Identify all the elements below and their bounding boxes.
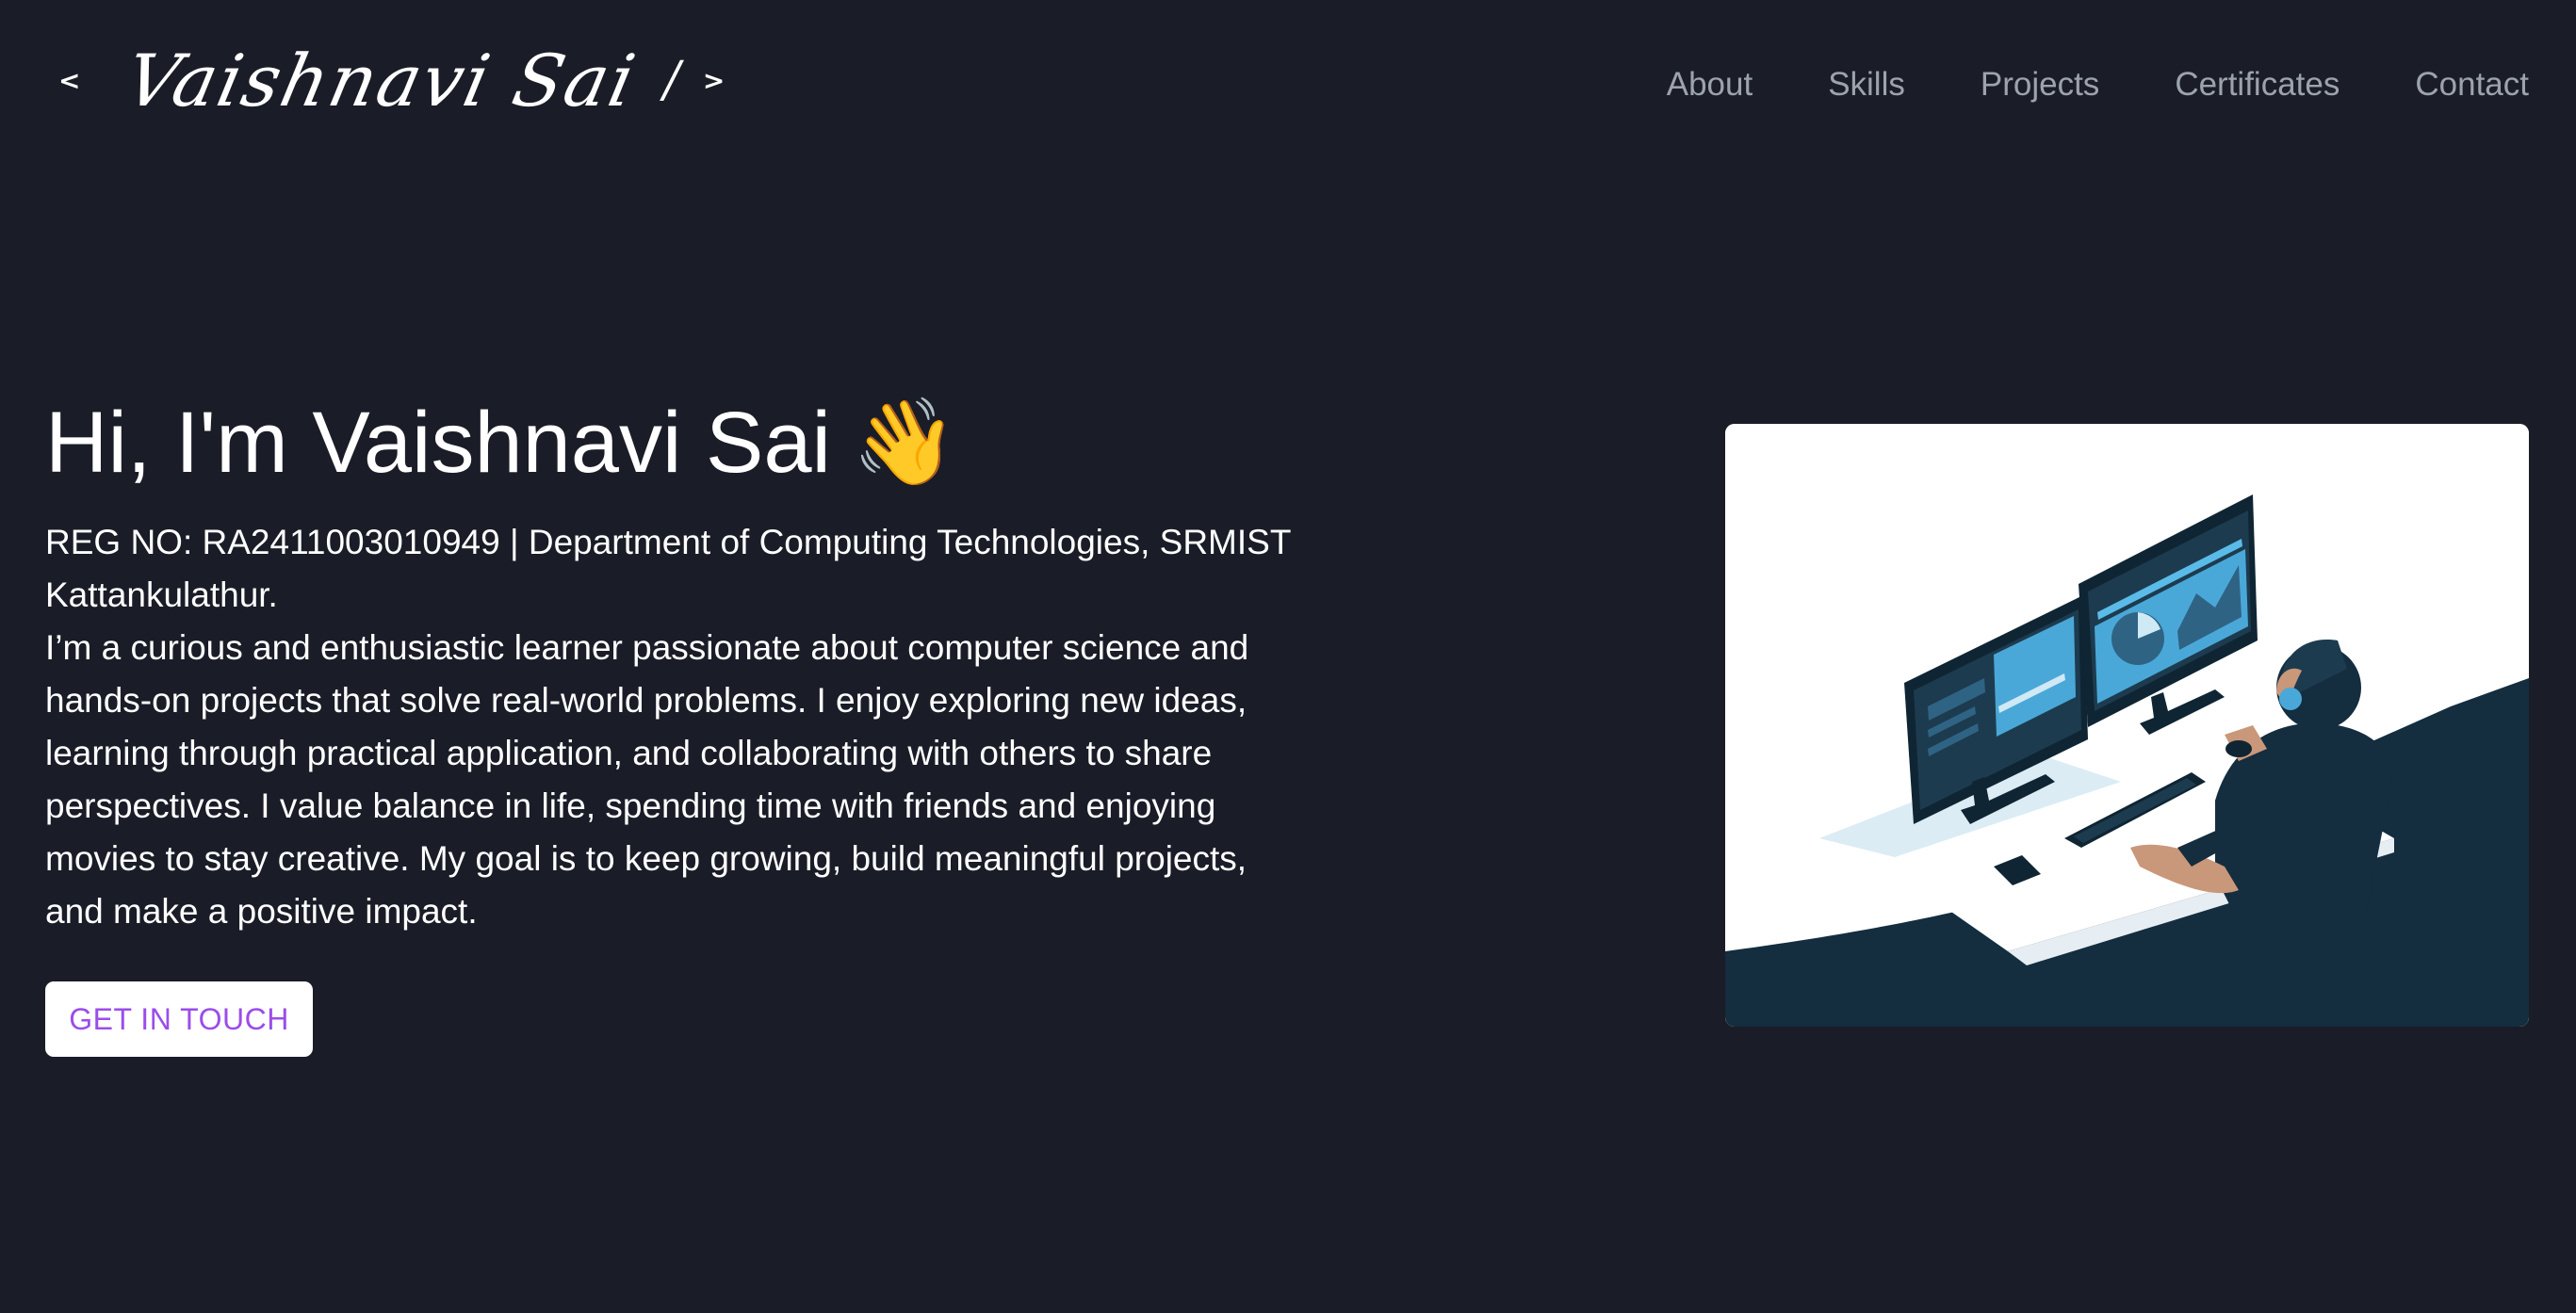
bio-paragraph: I’m a curious and enthusiastic learner p… <box>45 628 1249 931</box>
nav-link-contact[interactable]: Contact <box>2415 57 2529 113</box>
nav-link-skills[interactable]: Skills <box>1828 57 1905 113</box>
nav-link-about[interactable]: About <box>1667 57 1753 113</box>
navbar: < Vaishnavi Sai / > About Skills Project… <box>0 0 2576 170</box>
nav-links: About Skills Projects Certificates Conta… <box>1591 57 2529 113</box>
site-logo[interactable]: < Vaishnavi Sai / > <box>58 28 725 132</box>
hero-title-text: Hi, I'm Vaishnavi Sai <box>45 395 831 491</box>
logo-slash: / <box>663 52 680 108</box>
registration-info: REG NO: RA2411003010949 | Department of … <box>45 523 1291 614</box>
logo-name: Vaishnavi Sai <box>119 38 644 122</box>
developer-at-desk-illustration <box>1725 424 2529 1027</box>
nav-link-projects[interactable]: Projects <box>1981 57 2099 113</box>
hero-title: Hi, I'm Vaishnavi Sai 👋 <box>45 377 1308 509</box>
nav-link-certificates[interactable]: Certificates <box>2175 57 2340 113</box>
waving-hand-icon: 👋 <box>851 396 957 490</box>
get-in-touch-button[interactable]: GET IN TOUCH <box>45 981 313 1057</box>
logo-close-bracket: > <box>702 64 726 96</box>
logo-open-bracket: < <box>58 64 81 96</box>
hero-section: Hi, I'm Vaishnavi Sai 👋 REG NO: RA241100… <box>45 377 1308 938</box>
